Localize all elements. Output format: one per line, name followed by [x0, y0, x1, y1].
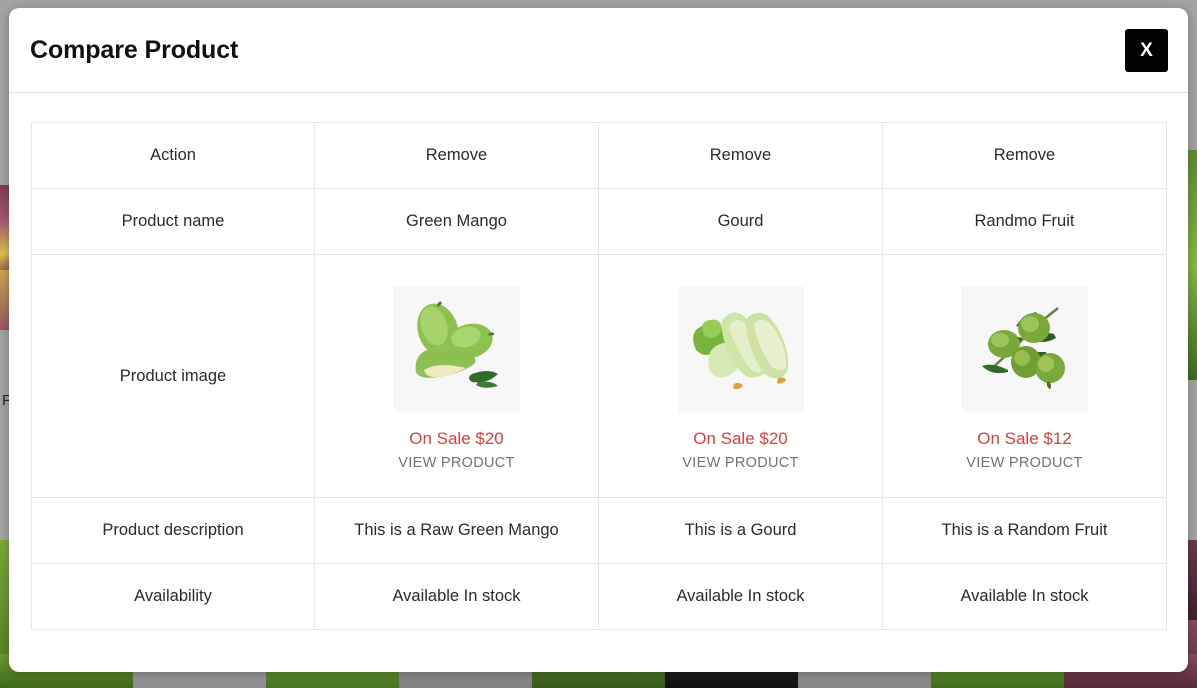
table-row-product-description: Product description This is a Raw Green … [31, 497, 1167, 564]
product-name-1: Green Mango [314, 188, 599, 255]
view-product-link-2[interactable]: VIEW PRODUCT [682, 456, 798, 471]
product-cell-3: On Sale $12 VIEW PRODUCT [882, 254, 1167, 498]
gourd-thumbnail [677, 285, 804, 412]
product-name-3: Randmo Fruit [882, 188, 1167, 255]
product-cell-1: On Sale $20 VIEW PRODUCT [314, 254, 599, 498]
availability-1: Available In stock [314, 563, 599, 630]
olive-branch-thumbnail [961, 285, 1088, 412]
modal-header: Compare Product X [9, 8, 1188, 93]
remove-button-1[interactable]: Remove [314, 122, 599, 189]
product-description-1: This is a Raw Green Mango [314, 497, 599, 564]
price-label-3: On Sale $12 [977, 428, 1072, 448]
table-row-action: Action Remove Remove Remove [31, 122, 1167, 189]
compare-product-modal: Compare Product X Action Remove Remove R… [9, 8, 1188, 672]
product-name-2: Gourd [598, 188, 883, 255]
compare-table: Action Remove Remove Remove Product name… [31, 122, 1167, 630]
product-cell-2: On Sale $20 VIEW PRODUCT [598, 254, 883, 498]
remove-button-2[interactable]: Remove [598, 122, 883, 189]
page-title: Compare Product [30, 35, 239, 64]
row-label-availability: Availability [31, 563, 315, 630]
green-mango-thumbnail [393, 285, 520, 412]
price-label-2: On Sale $20 [693, 428, 788, 448]
row-label-action: Action [31, 122, 315, 189]
table-row-availability: Availability Available In stock Availabl… [31, 563, 1167, 630]
product-description-3: This is a Random Fruit [882, 497, 1167, 564]
row-label-product-name: Product name [31, 188, 315, 255]
price-label-1: On Sale $20 [409, 428, 504, 448]
modal-body: Action Remove Remove Remove Product name… [9, 93, 1188, 672]
remove-button-3[interactable]: Remove [882, 122, 1167, 189]
table-row-product-image: Product image On Sale $20 VIEW PRODUCT O… [31, 254, 1167, 498]
close-x-icon[interactable]: X [1125, 29, 1168, 72]
availability-2: Available In stock [598, 563, 883, 630]
availability-3: Available In stock [882, 563, 1167, 630]
row-label-product-description: Product description [31, 497, 315, 564]
view-product-link-3[interactable]: VIEW PRODUCT [966, 456, 1082, 471]
row-label-product-image: Product image [31, 254, 315, 498]
product-description-2: This is a Gourd [598, 497, 883, 564]
view-product-link-1[interactable]: VIEW PRODUCT [398, 456, 514, 471]
table-row-product-name: Product name Green Mango Gourd Randmo Fr… [31, 188, 1167, 255]
